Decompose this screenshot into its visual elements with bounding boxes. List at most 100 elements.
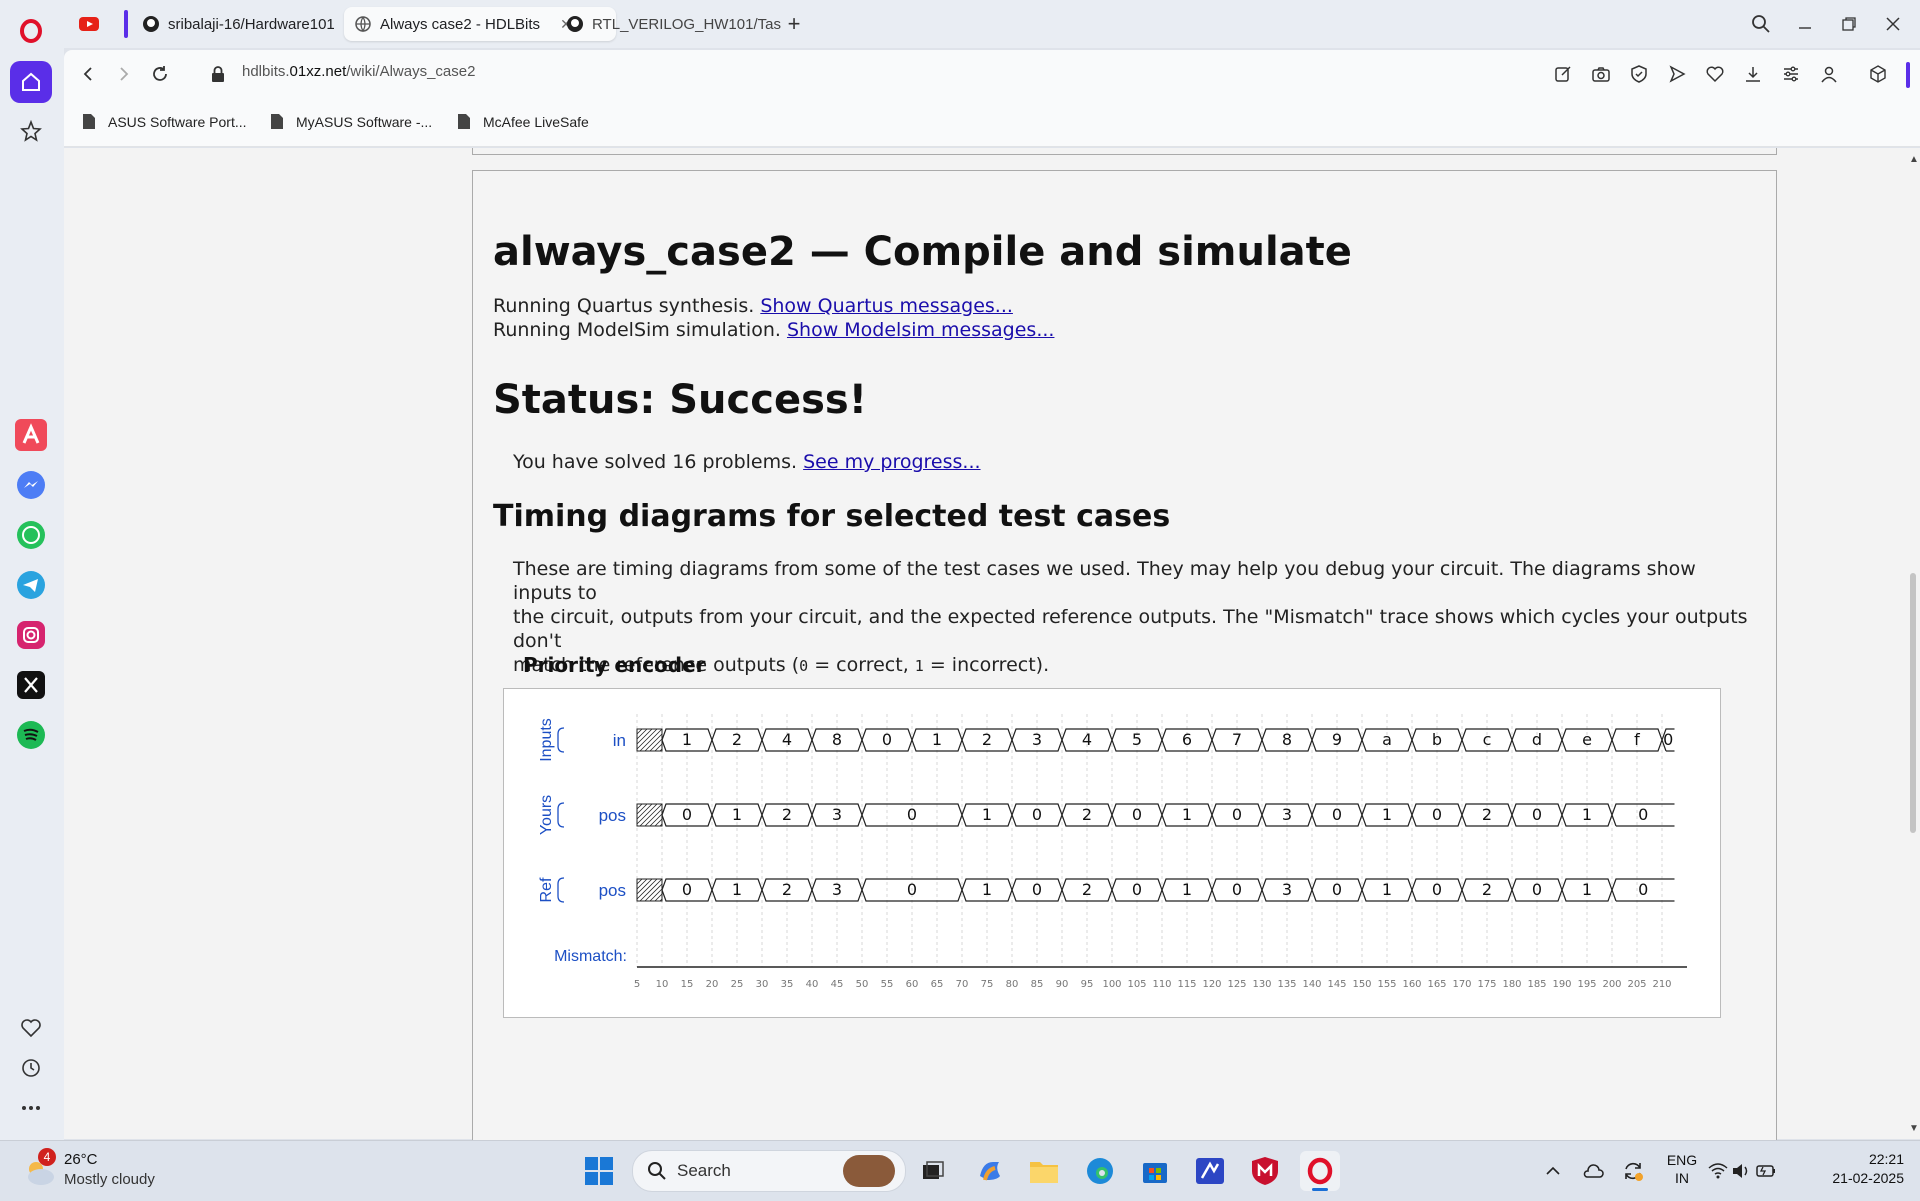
opera-taskbar-icon[interactable] xyxy=(1300,1151,1340,1191)
timing-diagram: Inputs in 1 2 4 8 0 1 2 3 4 5 6 7 8 9 a b c d e f 0Yours pos 0 1 2… xyxy=(538,714,1687,990)
close-window-button[interactable] xyxy=(1878,10,1908,38)
sync-icon[interactable] xyxy=(1613,1151,1653,1191)
value-label: 3 xyxy=(1282,805,1292,824)
value-label: 0 xyxy=(1232,805,1242,824)
telegram-icon[interactable] xyxy=(10,564,52,606)
scroll-down-icon[interactable]: ▼ xyxy=(1909,1123,1919,1134)
spotify-icon[interactable] xyxy=(10,714,52,756)
group-brace xyxy=(557,877,565,903)
value-label: 1 xyxy=(682,730,692,749)
value-label: 0 xyxy=(1638,805,1648,824)
value-label: 0 xyxy=(1332,805,1342,824)
x-tick-label: 30 xyxy=(756,979,769,990)
value-label: 4 xyxy=(782,730,792,749)
search-tabs-icon[interactable] xyxy=(1746,10,1776,38)
windows-start-icon[interactable] xyxy=(579,1151,619,1191)
url-field[interactable]: hdlbits.01xz.net/wiki/Always_case2 xyxy=(242,63,475,80)
task-view-icon[interactable] xyxy=(913,1151,953,1191)
opera-logo-icon[interactable] xyxy=(10,10,52,52)
group-brace xyxy=(557,802,565,828)
x-twitter-icon[interactable] xyxy=(10,664,52,706)
profile-icon[interactable] xyxy=(1817,62,1841,86)
aria-app-icon[interactable] xyxy=(10,414,52,456)
minimize-button[interactable] xyxy=(1790,10,1820,38)
scroll-up-icon[interactable]: ▲ xyxy=(1909,154,1919,165)
home-icon[interactable] xyxy=(10,61,52,103)
x-tick-label: 20 xyxy=(706,979,719,990)
chevron-up-icon[interactable] xyxy=(1533,1151,1573,1191)
edit-page-icon[interactable] xyxy=(1551,62,1575,86)
clock[interactable]: 22:21 21-02-2025 xyxy=(1816,1151,1904,1186)
address-bar: hdlbits.01xz.net/wiki/Always_case2 xyxy=(64,50,1920,98)
copilot-icon[interactable] xyxy=(970,1151,1010,1191)
x-tick-label: 180 xyxy=(1502,979,1521,990)
whatsapp-icon[interactable] xyxy=(10,514,52,556)
heart-outline-icon[interactable] xyxy=(1703,62,1727,86)
forward-icon[interactable] xyxy=(112,62,136,86)
messenger-icon[interactable] xyxy=(10,464,52,506)
x-tick-label: 200 xyxy=(1602,979,1621,990)
x-tick-label: 85 xyxy=(1031,979,1044,990)
star-icon[interactable] xyxy=(10,110,52,152)
x-tick-label: 95 xyxy=(1081,979,1094,990)
x-tick-label: 145 xyxy=(1327,979,1346,990)
lock-icon[interactable] xyxy=(206,62,230,86)
more-icon[interactable] xyxy=(10,1087,52,1129)
taskbar-search-box[interactable]: Search xyxy=(632,1150,906,1192)
scrollbar-thumb[interactable] xyxy=(1910,573,1916,833)
extensions-box-icon[interactable] xyxy=(1866,62,1890,86)
bookmark-mcafee-livesafe[interactable]: McAfee LiveSafe xyxy=(457,113,589,130)
signal-label: pos xyxy=(599,806,626,825)
tab-group-marker xyxy=(124,10,128,38)
group-label: Ref xyxy=(538,877,555,902)
system-tray-status[interactable] xyxy=(1707,1151,1777,1191)
x-tick-label: 130 xyxy=(1252,979,1271,990)
microsoft-store-icon[interactable] xyxy=(1135,1151,1175,1191)
camera-icon[interactable] xyxy=(1589,62,1613,86)
x-tick-label: 140 xyxy=(1302,979,1321,990)
onedrive-cloud-icon[interactable] xyxy=(1573,1151,1613,1191)
shield-icon[interactable] xyxy=(1627,62,1651,86)
show-quartus-link[interactable]: Show Quartus messages... xyxy=(760,295,1013,317)
quartus-text: Running Quartus synthesis. xyxy=(493,295,755,317)
download-icon[interactable] xyxy=(1741,62,1765,86)
modelsim-text: Running ModelSim simulation. xyxy=(493,319,781,341)
new-tab-button[interactable]: + xyxy=(782,12,806,36)
value-label: 1 xyxy=(1382,805,1392,824)
x-tick-label: 205 xyxy=(1627,979,1646,990)
heart-icon[interactable] xyxy=(10,1007,52,1049)
mcafee-icon[interactable] xyxy=(1245,1151,1285,1191)
file-explorer-icon[interactable] xyxy=(1024,1151,1064,1191)
easy-setup-icon[interactable] xyxy=(1779,62,1803,86)
show-modelsim-link[interactable]: Show Modelsim messages... xyxy=(787,319,1054,341)
bookmark-myasus-software[interactable]: MyASUS Software -... xyxy=(270,113,432,130)
myasus-icon[interactable] xyxy=(1190,1151,1230,1191)
value-label: 2 xyxy=(782,880,792,899)
value-label: 3 xyxy=(832,805,842,824)
correct-code: 0 xyxy=(799,657,809,675)
value-label: 3 xyxy=(832,880,842,899)
globe-icon xyxy=(355,16,371,33)
taskbar: 4 26°C Mostly cloudy Search ENG IN 22:21… xyxy=(0,1140,1920,1201)
x-tick-label: 5 xyxy=(634,979,640,990)
value-label: 0 xyxy=(1432,880,1442,899)
value-label: 0 xyxy=(882,730,892,749)
youtube-icon[interactable] xyxy=(78,13,100,35)
back-icon[interactable] xyxy=(76,62,100,86)
send-icon[interactable] xyxy=(1665,62,1689,86)
sidebar-toggle[interactable] xyxy=(1906,62,1910,88)
bookmark-asus-software-portal[interactable]: ASUS Software Port... xyxy=(82,113,247,130)
x-tick-label: 150 xyxy=(1352,979,1371,990)
see-progress-link[interactable]: See my progress... xyxy=(803,451,980,473)
x-tick-label: 210 xyxy=(1652,979,1671,990)
restore-button[interactable] xyxy=(1834,10,1864,38)
instagram-icon[interactable] xyxy=(10,614,52,656)
value-label: a xyxy=(1382,730,1392,749)
value-label: 2 xyxy=(782,805,792,824)
language-indicator[interactable]: ENG IN xyxy=(1665,1152,1699,1186)
value-label: 6 xyxy=(1182,730,1192,749)
reload-icon[interactable] xyxy=(148,62,172,86)
scrollbar[interactable]: ▲ ▼ xyxy=(1906,148,1920,1139)
edge-icon[interactable] xyxy=(1080,1151,1120,1191)
history-icon[interactable] xyxy=(10,1047,52,1089)
